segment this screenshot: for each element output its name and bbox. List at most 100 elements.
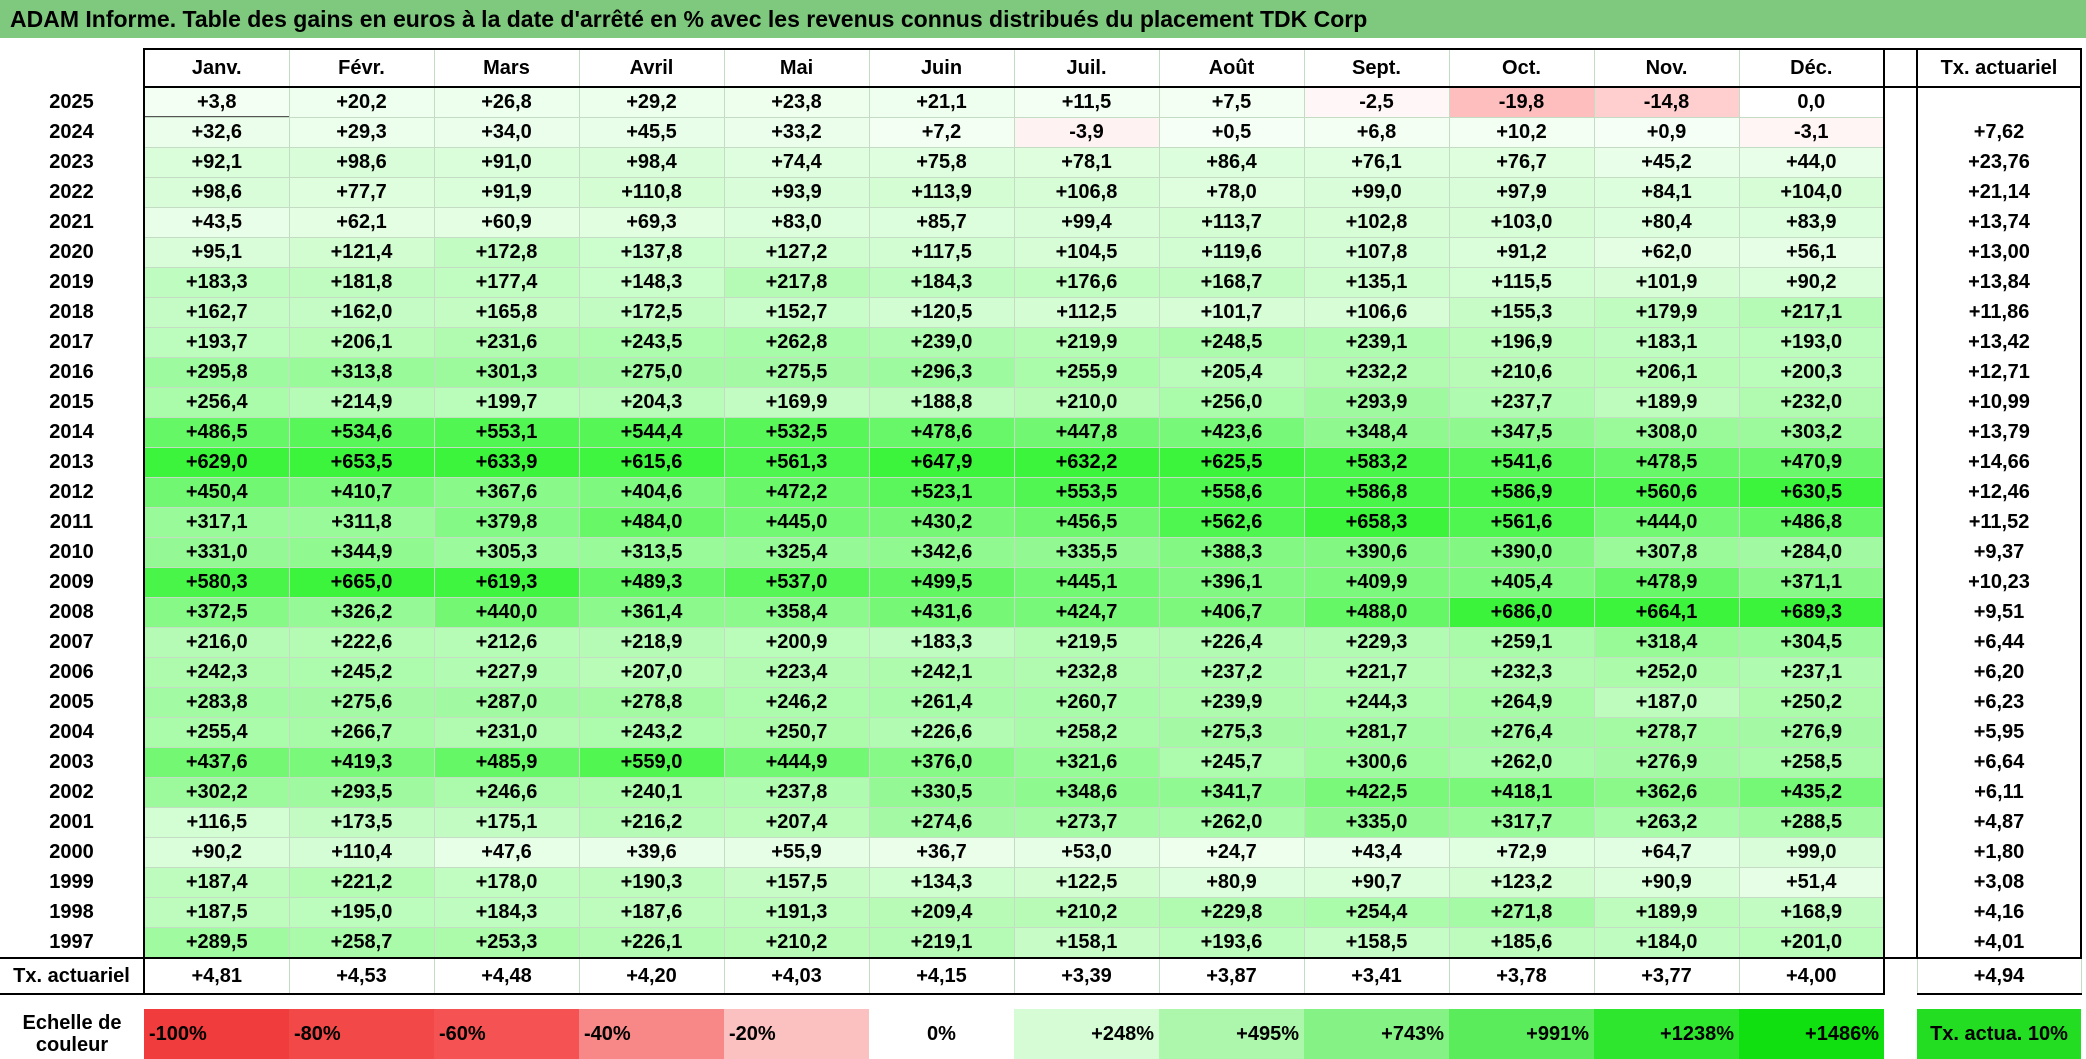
month-header: Mai [724, 48, 870, 88]
gain-cell: +388,3 [1159, 537, 1305, 568]
gain-cell: +456,5 [1014, 507, 1160, 538]
gain-cell: +405,4 [1449, 567, 1595, 598]
gain-cell: +193,0 [1739, 327, 1885, 358]
gain-cell: +200,9 [724, 627, 870, 658]
column-gap [1884, 537, 1918, 568]
gain-cell: +218,9 [579, 627, 725, 658]
gain-cell: +101,7 [1159, 297, 1305, 328]
gain-cell: +246,2 [724, 687, 870, 718]
spacer-cell [144, 994, 289, 1009]
month-header: Août [1159, 48, 1305, 88]
year-label: 2004 [0, 717, 145, 748]
gain-cell: +47,6 [434, 837, 580, 868]
gain-cell: +78,0 [1159, 177, 1305, 208]
gain-cell: +119,6 [1159, 237, 1305, 268]
gain-cell: +175,1 [434, 807, 580, 838]
gain-cell: +278,7 [1594, 717, 1740, 748]
gain-cell: -3,1 [1739, 117, 1885, 148]
color-scale-step: -60% [434, 1009, 579, 1059]
gain-cell: +335,0 [1304, 807, 1450, 838]
gain-cell: +341,7 [1159, 777, 1305, 808]
gain-cell: +212,6 [434, 627, 580, 658]
table-row: 1999 +187,4 +221,2 +178,0 +190,3 +157,5 +134,3… [0, 867, 2082, 898]
column-gap [1884, 237, 1918, 268]
gain-cell: +184,3 [434, 897, 580, 928]
spacer-cell [0, 994, 144, 1009]
gain-cell: +308,0 [1594, 417, 1740, 448]
month-header: Mars [434, 48, 580, 88]
gain-cell: +390,6 [1304, 537, 1450, 568]
gain-cell: +488,0 [1304, 597, 1450, 628]
monthly-rate-cell: +4,53 [289, 958, 435, 995]
spacer-row [0, 994, 2081, 1009]
gain-cell: +179,9 [1594, 297, 1740, 328]
gain-cell: +523,1 [869, 477, 1015, 508]
gain-cell: +223,4 [724, 657, 870, 688]
annual-rate-cell: +6,11 [1917, 777, 2082, 808]
spacer-cell [1304, 994, 1449, 1009]
gain-cell: +304,5 [1739, 627, 1885, 658]
spacer-cell [1159, 994, 1304, 1009]
gain-cell: +252,0 [1594, 657, 1740, 688]
spacer-cell [434, 994, 579, 1009]
gain-cell: +36,7 [869, 837, 1015, 868]
gain-cell: +275,3 [1159, 717, 1305, 748]
column-gap [1884, 267, 1918, 298]
rate-scale-box: Tx. actua. 10% [1917, 1009, 2081, 1059]
year-label: 2010 [0, 537, 145, 568]
gain-cell: +318,4 [1594, 627, 1740, 658]
gain-cell: +258,5 [1739, 747, 1885, 778]
gain-cell: +176,6 [1014, 267, 1160, 298]
gain-cell: +187,4 [144, 867, 290, 898]
annual-rate-cell: +7,62 [1917, 117, 2082, 148]
spacer-cell [1449, 994, 1594, 1009]
gain-cell: +214,9 [289, 387, 435, 418]
spacer-cell [1014, 994, 1159, 1009]
gain-cell: +181,8 [289, 267, 435, 298]
gain-cell: +293,5 [289, 777, 435, 808]
gain-cell: +90,9 [1594, 867, 1740, 898]
gain-cell: +229,8 [1159, 897, 1305, 928]
color-scale-step: +991% [1449, 1009, 1594, 1059]
gain-cell: +172,5 [579, 297, 725, 328]
column-gap [1884, 48, 1918, 88]
gain-cell: +106,8 [1014, 177, 1160, 208]
annual-rate-cell: +5,95 [1917, 717, 2082, 748]
gain-cell: +629,0 [144, 447, 290, 478]
gain-cell: +90,7 [1304, 867, 1450, 898]
monthly-rate-cell: +4,00 [1739, 958, 1885, 995]
spacer-cell [1884, 994, 1917, 1009]
gain-cell: +665,0 [289, 567, 435, 598]
gain-cell: +123,2 [1449, 867, 1595, 898]
gain-cell: +418,1 [1449, 777, 1595, 808]
gain-cell: +103,0 [1449, 207, 1595, 238]
gain-cell: +250,7 [724, 717, 870, 748]
year-label: 2020 [0, 237, 145, 268]
year-label: 2001 [0, 807, 145, 838]
gain-cell: +317,1 [144, 507, 290, 538]
gain-cell: +221,7 [1304, 657, 1450, 688]
table-row: 2019 +183,3 +181,8 +177,4 +148,3 +217,8 +184,3… [0, 267, 2082, 298]
year-label: 2025 [0, 87, 145, 118]
monthly-rate-cell: +4,81 [144, 958, 290, 995]
gain-cell: +165,8 [434, 297, 580, 328]
gain-cell: +189,9 [1594, 387, 1740, 418]
gain-cell: +20,2 [289, 87, 435, 118]
gain-cell: +275,5 [724, 357, 870, 388]
gain-cell: +32,6 [144, 117, 290, 148]
gain-cell: +237,7 [1449, 387, 1595, 418]
gain-cell: +112,5 [1014, 297, 1160, 328]
gain-cell: +406,7 [1159, 597, 1305, 628]
gain-cell: +390,0 [1449, 537, 1595, 568]
gain-cell: +210,2 [724, 927, 870, 959]
gain-cell: +53,0 [1014, 837, 1160, 868]
gain-cell: +83,9 [1739, 207, 1885, 238]
column-gap [1884, 417, 1918, 448]
gain-cell: +625,5 [1159, 447, 1305, 478]
annual-rate-cell: +9,37 [1917, 537, 2082, 568]
gain-cell: +45,2 [1594, 147, 1740, 178]
gain-cell: +553,1 [434, 417, 580, 448]
gain-cell: +178,0 [434, 867, 580, 898]
gain-cell: +361,4 [579, 597, 725, 628]
header-row: Janv. Févr. Mars Avril Mai Juin Juil. Août Sept.… [0, 48, 2082, 88]
